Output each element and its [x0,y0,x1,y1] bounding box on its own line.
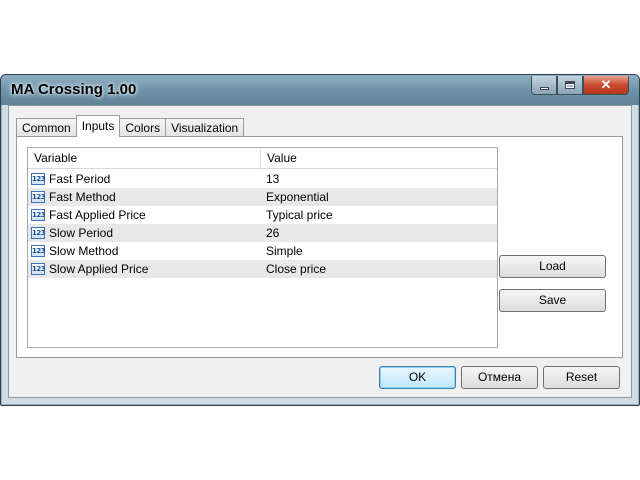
variable-name: Fast Applied Price [49,208,146,222]
variable-name: Slow Applied Price [49,262,149,276]
variable-value[interactable]: 13 [266,170,496,188]
tab-strip: Common Inputs Colors Visualization [16,115,245,137]
minimize-button[interactable] [531,76,557,95]
grid-header: Variable Value [28,148,497,169]
variable-value[interactable]: Close price [266,260,496,278]
dialog-window: MA Crossing 1.00 ✕ Common Inputs Colors … [0,74,640,406]
table-row[interactable]: 123 Fast Applied Price Typical price [28,206,497,224]
ok-button[interactable]: OK [379,366,456,389]
table-row[interactable]: 123 Slow Applied Price Close price [28,260,497,278]
save-button[interactable]: Save [499,289,606,312]
integer-param-icon: 123 [31,209,46,221]
variable-value[interactable]: Simple [266,242,496,260]
inputs-grid[interactable]: Variable Value 123 Fast Period 13 123 Fa… [27,147,498,348]
title-bar[interactable]: MA Crossing 1.00 ✕ [1,75,639,105]
table-row[interactable]: 123 Slow Method Simple [28,242,497,260]
tab-inputs[interactable]: Inputs [75,115,121,137]
variable-value[interactable]: 26 [266,224,496,242]
integer-param-icon: 123 [31,227,46,239]
inputs-tab-panel: Variable Value 123 Fast Period 13 123 Fa… [16,136,623,358]
variable-name: Slow Method [49,244,119,258]
variable-value[interactable]: Exponential [266,188,496,206]
reset-button[interactable]: Reset [543,366,620,389]
integer-param-icon: 123 [31,173,46,185]
column-header-value[interactable]: Value [261,148,499,169]
tab-common[interactable]: Common [16,118,77,137]
integer-param-icon: 123 [31,263,46,275]
integer-param-icon: 123 [31,191,46,203]
dialog-client-area: Common Inputs Colors Visualization Varia… [8,105,632,398]
column-header-variable[interactable]: Variable [28,148,261,169]
table-row[interactable]: 123 Fast Method Exponential [28,188,497,206]
tab-visualization[interactable]: Visualization [165,118,245,137]
variable-name: Slow Period [49,226,114,240]
cancel-button[interactable]: Отмена [461,366,538,389]
tab-colors[interactable]: Colors [119,118,167,137]
variable-name: Fast Method [49,190,116,204]
maximize-button[interactable] [557,76,583,95]
table-row[interactable]: 123 Fast Period 13 [28,170,497,188]
maximize-icon [565,81,575,89]
close-button[interactable]: ✕ [583,76,629,95]
table-row[interactable]: 123 Slow Period 26 [28,224,497,242]
variable-value[interactable]: Typical price [266,206,496,224]
integer-param-icon: 123 [31,245,46,257]
window-title: MA Crossing 1.00 [11,81,137,98]
minimize-icon [539,86,549,90]
close-icon: ✕ [600,77,612,92]
load-button[interactable]: Load [499,255,606,278]
variable-name: Fast Period [49,172,111,186]
